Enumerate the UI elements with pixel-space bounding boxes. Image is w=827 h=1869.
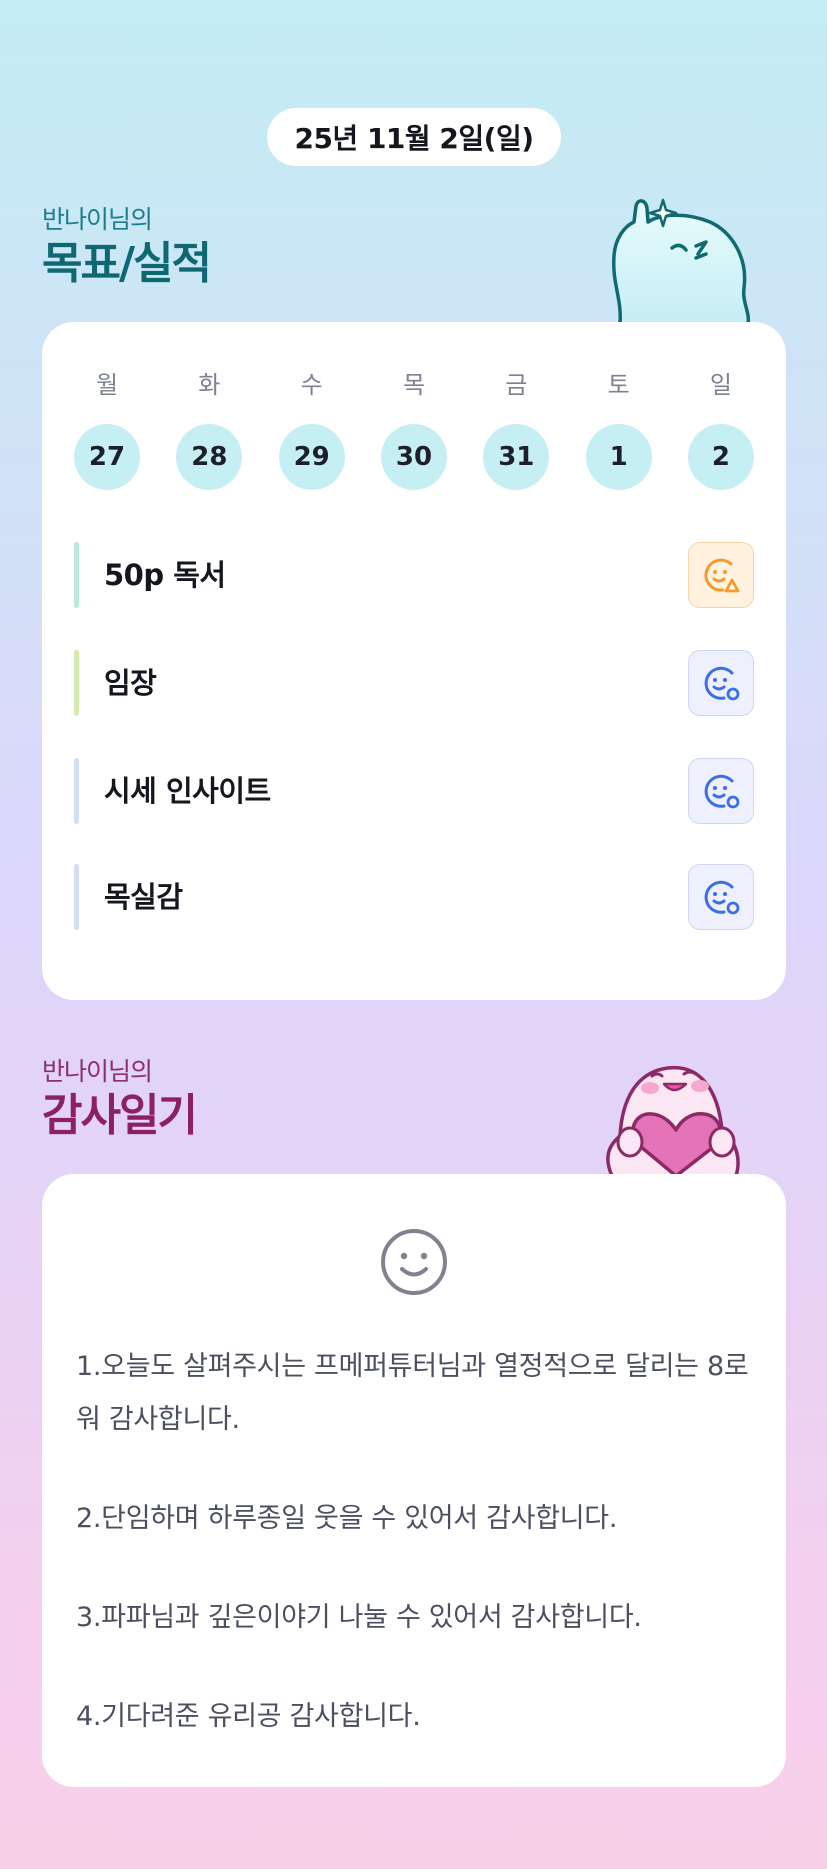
smile-check-icon [704, 666, 740, 701]
goals-card: 월 27 화 28 수 29 목 30 금 31 토 1 일 2 50p 독서 [42, 322, 786, 1000]
day-of-week: 수 [300, 371, 323, 399]
goal-row[interactable]: 임장 [74, 650, 754, 716]
diary-entry: 1.오늘도 살펴주시는 프메퍼튜터님과 열정적으로 달리는 8로워 감사합니다. [76, 1351, 749, 1435]
goal-label: 시세 인사이트 [104, 774, 271, 808]
smile-check-icon [704, 880, 740, 915]
diary-title: 감사일기 [42, 1090, 198, 1141]
goals-header: 반나이님의 목표/실적 [42, 200, 212, 289]
goal-label: 임장 [104, 666, 157, 700]
goals-title: 목표/실적 [42, 238, 212, 289]
goal-status-button[interactable] [688, 758, 754, 824]
goal-color-bar [74, 864, 79, 930]
day-number: 27 [74, 424, 140, 490]
day-sat[interactable]: 토 1 [585, 370, 652, 490]
diary-entry: 2.단임하며 하루종일 웃을 수 있어서 감사합니다. [76, 1503, 618, 1534]
goal-row[interactable]: 목실감 [74, 864, 754, 930]
day-tue[interactable]: 화 28 [176, 370, 243, 490]
date-label: 25년 11월 2일(일) [294, 122, 534, 155]
goal-label: 50p 독서 [104, 558, 226, 592]
day-number: 2 [687, 424, 754, 490]
goal-status-button[interactable] [688, 650, 754, 716]
day-of-week: 토 [607, 371, 630, 399]
heart-mascot-icon [606, 1065, 740, 1176]
day-number: 29 [278, 424, 345, 490]
date-pill[interactable]: 25년 11월 2일(일) [267, 108, 561, 166]
day-number: 28 [176, 424, 243, 490]
diary-subtitle: 반나이님의 [42, 1057, 153, 1086]
goals-subtitle: 반나이님의 [42, 205, 153, 234]
smile-warning-icon [704, 558, 740, 593]
smile-icon [381, 1229, 447, 1295]
day-number: 30 [380, 424, 447, 490]
diary-header: 반나이님의 감사일기 [42, 1052, 198, 1141]
goal-label: 목실감 [104, 880, 183, 914]
day-of-week: 화 [198, 371, 221, 399]
goal-status-button[interactable] [688, 864, 754, 930]
day-mon[interactable]: 월 27 [74, 370, 140, 490]
goal-row[interactable]: 시세 인사이트 [74, 758, 754, 824]
smile-check-icon [704, 774, 740, 809]
diary-entries: 1.오늘도 살펴주시는 프메퍼튜터님과 열정적으로 달리는 8로워 감사합니다.… [76, 1340, 756, 1743]
diary-entry: 3.파파님과 깊은이야기 나눌 수 있어서 감사합니다. [76, 1602, 642, 1633]
day-of-week: 월 [95, 371, 119, 399]
week-strip: 월 27 화 28 수 29 목 30 금 31 토 1 일 2 [74, 370, 754, 490]
goal-color-bar [74, 758, 79, 824]
day-sun[interactable]: 일 2 [687, 370, 754, 490]
goal-status-button[interactable] [688, 542, 754, 608]
day-number: 31 [483, 424, 550, 490]
day-of-week: 일 [709, 371, 733, 399]
goal-row[interactable]: 50p 독서 [74, 542, 754, 608]
day-wed[interactable]: 수 29 [278, 370, 345, 490]
diary-entry: 4.기다려준 유리공 감사합니다. [76, 1701, 421, 1732]
ghost-mascot-icon [611, 198, 751, 324]
day-thu[interactable]: 목 30 [380, 370, 447, 490]
day-fri[interactable]: 금 31 [483, 370, 550, 490]
goal-color-bar [74, 542, 79, 608]
day-of-week: 목 [402, 371, 426, 399]
day-number: 1 [585, 424, 652, 490]
goal-color-bar [74, 650, 79, 716]
day-of-week: 금 [505, 371, 528, 399]
diary-card: 1.오늘도 살펴주시는 프메퍼튜터님과 열정적으로 달리는 8로워 감사합니다.… [42, 1174, 786, 1787]
